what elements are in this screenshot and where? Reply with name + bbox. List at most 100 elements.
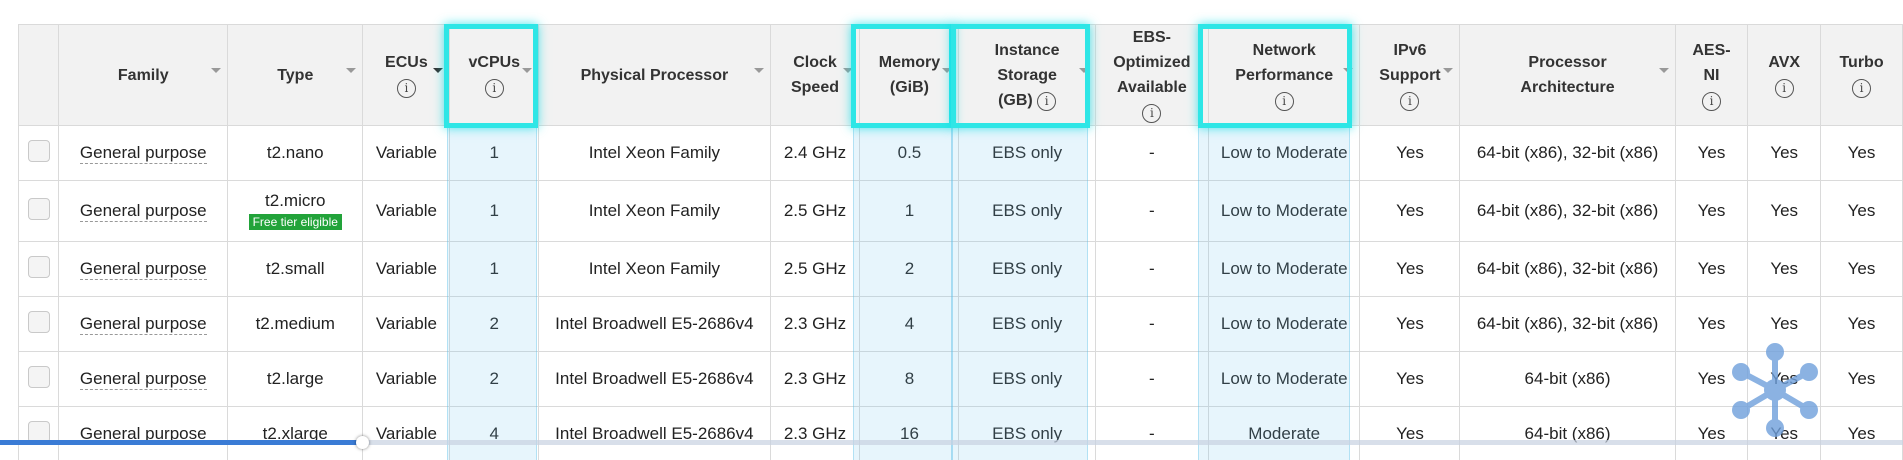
header-physical-processor[interactable]: Physical Processor (538, 24, 771, 126)
header-avx[interactable]: AVX i (1747, 24, 1822, 126)
row-checkbox[interactable] (27, 255, 50, 278)
header-ipv6-support[interactable]: IPv6 Support i (1359, 24, 1461, 126)
info-icon[interactable]: i (1400, 91, 1420, 111)
vcpus-cell: 1 (449, 241, 540, 297)
network-cell: Low to Moderate (1207, 125, 1361, 181)
info-icon[interactable]: i (1142, 104, 1162, 123)
header-clock-speed[interactable]: Clock Speed (769, 24, 861, 126)
row-checkbox[interactable] (27, 139, 50, 162)
row-checkbox[interactable] (27, 365, 50, 388)
turbo-cell: Yes (1820, 406, 1903, 460)
architecture-cell: 64-bit (x86), 32-bit (x86) (1459, 125, 1676, 181)
storage-cell: EBS only (958, 406, 1096, 460)
processor-cell: Intel Xeon Family (538, 125, 771, 181)
storage-cell: EBS only (958, 125, 1096, 181)
header-processor-architecture[interactable]: Processor Architecture (1459, 24, 1676, 126)
ecus-cell: Variable (362, 406, 451, 460)
processor-cell: Intel Xeon Family (538, 241, 771, 297)
avx-cell: Yes (1747, 125, 1822, 181)
sort-caret-icon[interactable] (522, 68, 533, 73)
family-link[interactable]: General purpose (79, 201, 207, 222)
info-icon[interactable]: i (484, 79, 504, 98)
clock-speed-cell: 2.4 GHz (769, 125, 861, 181)
architecture-cell: 64-bit (x86), 32-bit (x86) (1459, 296, 1676, 352)
processor-cell: Intel Xeon Family (538, 180, 771, 242)
sort-caret-icon[interactable] (942, 68, 953, 73)
avx-cell: Yes (1747, 180, 1822, 242)
ebs-cell: - (1094, 180, 1209, 242)
table-row[interactable]: General purpose t2.small Variable 1 Inte… (18, 241, 1903, 297)
vcpus-cell: 2 (449, 296, 540, 352)
header-vcpus[interactable]: vCPUs i (449, 24, 540, 126)
processor-cell: Intel Broadwell E5-2686v4 (538, 296, 771, 352)
family-link[interactable]: General purpose (79, 143, 207, 164)
info-icon[interactable]: i (1037, 91, 1057, 111)
header-ecus[interactable]: ECUs i (362, 24, 451, 126)
turbo-cell: Yes (1820, 125, 1903, 181)
family-link[interactable]: General purpose (79, 259, 207, 280)
header-memory[interactable]: Memory (GiB) (859, 24, 960, 126)
table-row[interactable]: General purpose t2.medium Variable 2 Int… (18, 296, 1903, 352)
info-icon[interactable]: i (1274, 91, 1294, 111)
ebs-cell: - (1094, 296, 1209, 352)
video-progress-handle[interactable] (355, 436, 369, 449)
table-row[interactable]: General purpose t2.nano Variable 1 Intel… (18, 125, 1903, 181)
info-icon[interactable]: i (1852, 79, 1872, 98)
sort-caret-icon[interactable] (1078, 68, 1089, 73)
storage-cell: EBS only (958, 296, 1096, 352)
sort-caret-icon[interactable] (211, 68, 222, 73)
sort-caret-icon[interactable] (1658, 68, 1669, 73)
table-row[interactable]: General purpose t2.micro Free tier eligib… (18, 180, 1903, 242)
ecus-cell: Variable (362, 241, 451, 297)
ipv6-cell: Yes (1359, 180, 1461, 242)
watermark-logo-icon (1732, 343, 1818, 437)
video-progress-fill (0, 440, 362, 445)
header-turbo[interactable]: Turbo i (1820, 24, 1903, 126)
info-icon[interactable]: i (396, 79, 416, 98)
family-link[interactable]: General purpose (79, 369, 207, 390)
storage-cell: EBS only (958, 241, 1096, 297)
turbo-cell: Yes (1820, 296, 1903, 352)
table-row[interactable]: General purpose t2.large Variable 2 Inte… (18, 351, 1903, 407)
header-aes-ni[interactable]: AES- NI i (1674, 24, 1749, 126)
vcpus-cell: 1 (449, 180, 540, 242)
sort-caret-icon[interactable] (753, 68, 764, 73)
turbo-cell: Yes (1820, 241, 1903, 297)
type-cell: t2.large (227, 351, 364, 407)
aes-cell: Yes (1674, 241, 1749, 297)
header-type[interactable]: Type (227, 24, 364, 126)
header-network-performance[interactable]: Network Performance i (1207, 24, 1361, 126)
family-link[interactable]: General purpose (79, 314, 207, 335)
info-icon[interactable]: i (1701, 91, 1721, 111)
network-cell: Low to Moderate (1207, 296, 1361, 352)
sort-caret-icon[interactable] (1343, 68, 1354, 73)
sort-caret-icon[interactable] (1443, 68, 1454, 73)
table-row[interactable]: General purpose t2.xlarge Variable 4 Int… (18, 406, 1903, 460)
video-progress-bar[interactable] (0, 436, 1903, 449)
ecus-cell: Variable (362, 296, 451, 352)
architecture-cell: 64-bit (x86), 32-bit (x86) (1459, 180, 1676, 242)
instance-types-table-wrapper: Family Type ECUs i vCPUs i Physical Proces… (18, 24, 1903, 460)
ipv6-cell: Yes (1359, 351, 1461, 407)
type-cell: t2.xlarge (227, 406, 364, 460)
avx-cell: Yes (1747, 241, 1822, 297)
info-icon[interactable]: i (1774, 79, 1794, 98)
header-family[interactable]: Family (58, 24, 229, 126)
row-checkbox[interactable] (27, 197, 50, 220)
ecus-cell: Variable (362, 351, 451, 407)
header-select (18, 24, 60, 126)
processor-cell: Intel Broadwell E5-2686v4 (538, 351, 771, 407)
sort-caret-icon[interactable] (346, 68, 357, 73)
network-cell: Low to Moderate (1207, 351, 1361, 407)
storage-cell: EBS only (958, 351, 1096, 407)
header-ebs-optimized[interactable]: EBS- Optimized Available i (1094, 24, 1209, 126)
sort-caret-icon[interactable] (433, 68, 444, 73)
ipv6-cell: Yes (1359, 406, 1461, 460)
row-checkbox[interactable] (27, 310, 50, 333)
turbo-cell: Yes (1820, 351, 1903, 407)
ebs-cell: - (1094, 241, 1209, 297)
ebs-cell: - (1094, 406, 1209, 460)
header-instance-storage[interactable]: Instance Storage (GB) i (958, 24, 1096, 126)
sort-caret-icon[interactable] (843, 68, 854, 73)
memory-cell: 4 (859, 296, 960, 352)
